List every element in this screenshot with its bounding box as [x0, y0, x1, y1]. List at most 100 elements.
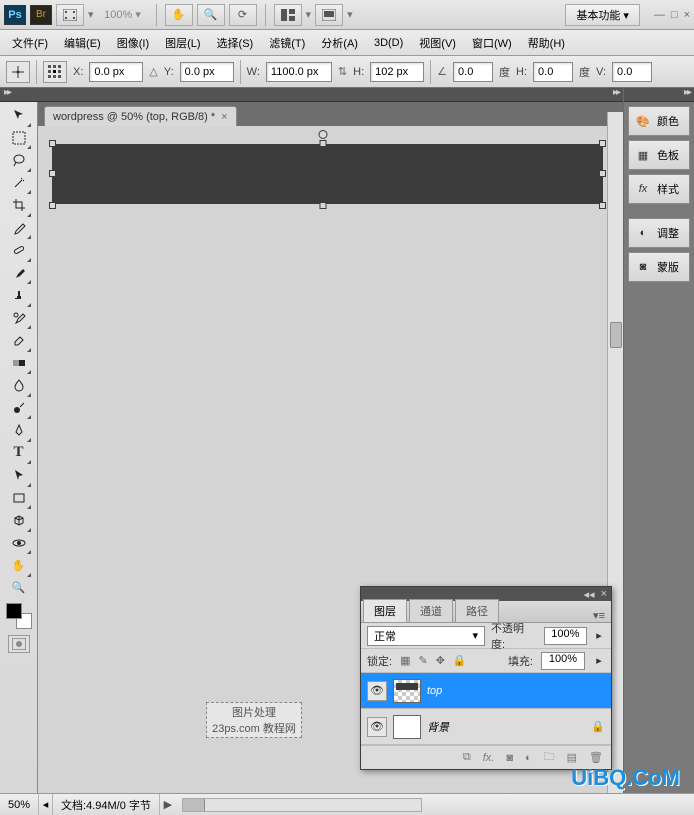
type-tool[interactable]: T — [7, 442, 31, 465]
color-swatches[interactable] — [6, 603, 32, 629]
menu-help[interactable]: 帮助(H) — [522, 32, 571, 54]
doc-collapse-handle[interactable] — [38, 88, 623, 102]
fill-field[interactable]: 100% — [541, 652, 585, 670]
hs-field[interactable]: 0.0 — [533, 62, 573, 82]
status-left-arrow[interactable]: ◂ — [39, 794, 53, 815]
dodge-tool[interactable] — [7, 397, 31, 420]
fill-arrow[interactable]: ▸ — [593, 654, 605, 667]
panel-styles[interactable]: fx样式 — [628, 174, 690, 204]
panel-adjustments[interactable]: ◐调整 — [628, 218, 690, 248]
path-select-tool[interactable] — [7, 464, 31, 487]
maximize-button[interactable]: □ — [671, 9, 678, 21]
zoom-level-field[interactable]: 100% ▾ — [98, 5, 148, 25]
status-info-arrow[interactable]: ▶ — [160, 798, 176, 811]
move-tool[interactable] — [7, 104, 31, 127]
mini-bridge-button[interactable] — [56, 4, 84, 26]
blur-tool[interactable] — [7, 374, 31, 397]
transform-handle-br[interactable] — [599, 202, 606, 209]
new-layer-icon[interactable]: ▤ — [567, 751, 577, 764]
healing-tool[interactable] — [7, 239, 31, 262]
adjustment-layer-icon[interactable]: ◐ — [525, 752, 532, 764]
layer-name[interactable]: top — [427, 685, 442, 697]
close-window-button[interactable]: × — [684, 9, 690, 21]
transform-handle-bm[interactable] — [319, 202, 326, 209]
document-tab[interactable]: wordpress @ 50% (top, RGB/8) * × — [44, 106, 237, 126]
layer-thumbnail[interactable] — [393, 679, 421, 703]
x-field[interactable]: 0.0 px — [89, 62, 143, 82]
panel-masks[interactable]: ◙蒙版 — [628, 252, 690, 282]
menu-filter[interactable]: 滤镜(T) — [263, 32, 311, 54]
h-scroll-thumb[interactable] — [183, 799, 205, 811]
visibility-toggle[interactable]: 👁 — [367, 717, 387, 737]
screen-mode-button[interactable] — [315, 4, 343, 26]
lock-all-icon[interactable]: 🔒 — [453, 654, 467, 667]
history-brush-tool[interactable] — [7, 307, 31, 330]
layer-fx-icon[interactable]: fx. — [483, 752, 495, 764]
menu-view[interactable]: 视图(V) — [413, 32, 462, 54]
marquee-tool[interactable] — [7, 127, 31, 150]
transform-handle-bl[interactable] — [49, 202, 56, 209]
layer-item-background[interactable]: 👁 背景 🔒 — [361, 709, 611, 745]
opacity-arrow[interactable]: ▸ — [593, 629, 605, 642]
opacity-field[interactable]: 100% — [544, 627, 588, 645]
quick-mask-toggle[interactable] — [8, 635, 30, 653]
transform-handle-mr[interactable] — [599, 170, 606, 177]
menu-3d[interactable]: 3D(D) — [368, 34, 409, 52]
panel-color[interactable]: 🎨颜色 — [628, 106, 690, 136]
visibility-toggle[interactable]: 👁 — [367, 681, 387, 701]
hand-tool[interactable]: ✋ — [7, 554, 31, 577]
link-layers-icon[interactable]: ⧉ — [463, 751, 471, 764]
brush-tool[interactable] — [7, 262, 31, 285]
delete-layer-icon[interactable]: 🗑 — [589, 751, 603, 764]
eyedropper-tool[interactable] — [7, 217, 31, 240]
status-doc-info[interactable]: 文档:4.94M/0 字节 — [53, 794, 160, 815]
shape-tool[interactable] — [7, 487, 31, 510]
hand-tool-shortcut[interactable]: ✋ — [165, 4, 193, 26]
arrange-docs-button[interactable] — [274, 4, 302, 26]
menu-layer[interactable]: 图层(L) — [159, 32, 206, 54]
v-scroll-thumb[interactable] — [610, 322, 622, 348]
layer-thumbnail[interactable] — [393, 715, 421, 739]
group-icon[interactable]: 🗀 — [544, 748, 555, 767]
stamp-tool[interactable] — [7, 284, 31, 307]
layer-mask-icon[interactable]: ◙ — [506, 752, 513, 764]
blend-mode-select[interactable]: 正常 ▾ — [367, 626, 485, 646]
menu-file[interactable]: 文件(F) — [6, 32, 54, 54]
menu-window[interactable]: 窗口(W) — [466, 32, 518, 54]
right-collapse-handle[interactable] — [624, 88, 694, 102]
lasso-tool[interactable] — [7, 149, 31, 172]
foreground-color-swatch[interactable] — [6, 603, 22, 619]
close-tab-icon[interactable]: × — [221, 111, 227, 123]
crop-tool[interactable] — [7, 194, 31, 217]
menu-select[interactable]: 选择(S) — [211, 32, 260, 54]
gradient-tool[interactable] — [7, 352, 31, 375]
lock-position-icon[interactable]: ✥ — [436, 654, 445, 667]
menu-image[interactable]: 图像(I) — [111, 32, 155, 54]
angle-field[interactable]: 0.0 — [453, 62, 493, 82]
wand-tool[interactable] — [7, 172, 31, 195]
close-panel-icon[interactable]: × — [601, 588, 607, 600]
layer-item-top[interactable]: 👁 top — [361, 673, 611, 709]
v-field[interactable]: 0.0 — [612, 62, 652, 82]
panel-swatches[interactable]: ▦色板 — [628, 140, 690, 170]
minimize-button[interactable]: — — [654, 9, 665, 21]
zoom-tool[interactable]: 🔍 — [7, 577, 31, 600]
tab-channels[interactable]: 通道 — [409, 599, 453, 622]
y-field[interactable]: 0.0 px — [180, 62, 234, 82]
transform-handle-ml[interactable] — [49, 170, 56, 177]
transform-handle-tr[interactable] — [599, 140, 606, 147]
tools-collapse-handle[interactable] — [0, 88, 38, 102]
bridge-logo[interactable]: Br — [30, 5, 52, 25]
zoom-tool-shortcut[interactable]: 🔍 — [197, 4, 225, 26]
transform-handle-tl[interactable] — [49, 140, 56, 147]
3d-object-tool[interactable] — [7, 509, 31, 532]
3d-camera-tool[interactable] — [7, 532, 31, 555]
menu-analyze[interactable]: 分析(A) — [315, 32, 364, 54]
layer-name[interactable]: 背景 — [427, 719, 449, 735]
h-field[interactable]: 102 px — [370, 62, 424, 82]
reference-point-icon[interactable] — [43, 61, 67, 83]
eraser-tool[interactable] — [7, 329, 31, 352]
pen-tool[interactable] — [7, 419, 31, 442]
tab-layers[interactable]: 图层 — [363, 599, 407, 622]
rotate-view-shortcut[interactable]: ⟳ — [229, 4, 257, 26]
